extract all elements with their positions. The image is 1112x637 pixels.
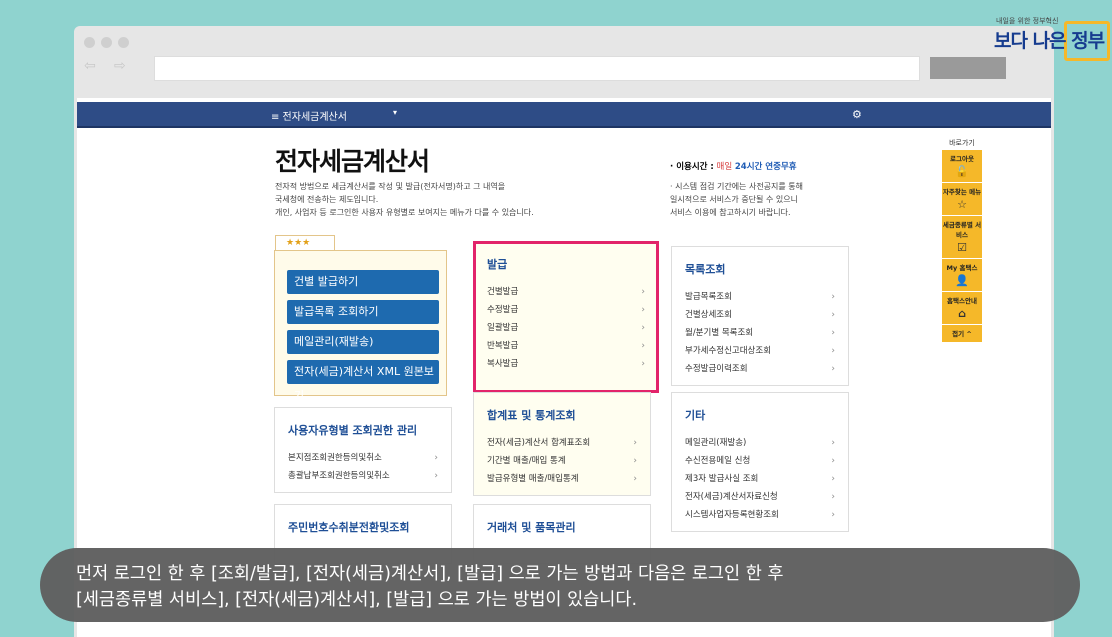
card-title: 목록조회 bbox=[685, 263, 726, 276]
card-title: 주민번호수취분전환및조회 bbox=[288, 521, 410, 534]
highlight-box bbox=[473, 241, 659, 393]
list-item[interactable]: 부가세수정신고대상조회 › bbox=[685, 342, 835, 360]
star-icon: ☆ bbox=[957, 198, 967, 211]
menu-title[interactable]: ≡ 전자세금계산서 bbox=[271, 108, 347, 123]
sidebar-item-guide[interactable]: 홈택스안내 ⌂ bbox=[942, 292, 982, 325]
mail-manage-button[interactable]: 메일관리(재발송) bbox=[287, 330, 439, 354]
back-icon[interactable]: ⇦ bbox=[84, 59, 104, 73]
list-item[interactable]: 월/분기별 목록조회 › bbox=[685, 324, 835, 342]
gov-logo: 내일을 위한 정부혁신 보다 나은 정부 bbox=[990, 16, 1112, 66]
sidebar-item-favorites[interactable]: 자주찾는 메뉴 ☆ bbox=[942, 183, 982, 216]
lock-open-icon: 🔓 bbox=[955, 165, 969, 178]
list-item[interactable]: 메일관리(재발송) › bbox=[685, 434, 835, 452]
list-item[interactable]: 전자(세금)계산서 합계표조회 › bbox=[487, 434, 637, 452]
close-dot[interactable] bbox=[84, 37, 95, 48]
top-menu-bar: ≡ 전자세금계산서 ▾ ⚙ bbox=[77, 102, 1051, 128]
sidebar-head: 바로가기 bbox=[949, 139, 975, 147]
card-stats: 합계표 및 통계조회 전자(세금)계산서 합계표조회 › 기간별 매출/매입 통계… bbox=[473, 392, 651, 496]
browser-window: ⇦ ⇨ ≡ 전자세금계산서 ▾ ⚙ 전자세금계산서 전자적 방법으로 세금계산서… bbox=[74, 26, 1054, 637]
issue-single-button[interactable]: 건별 발급하기 bbox=[287, 270, 439, 294]
home-icon: ⌂ bbox=[958, 307, 966, 320]
usage-time: · 이용시간 : 매일 24시간 연중무휴 bbox=[670, 162, 797, 172]
minimize-dot[interactable] bbox=[101, 37, 112, 48]
quick-menu-tab: ★★★ bbox=[275, 235, 335, 251]
sidebar-item-logout[interactable]: 로그아웃 🔓 bbox=[942, 150, 982, 183]
list-item[interactable]: 수신전용메일 신청 › bbox=[685, 452, 835, 470]
list-item[interactable]: 발급목록조회 › bbox=[685, 288, 835, 306]
sidebar-collapse[interactable]: 접기 ^ bbox=[942, 325, 982, 343]
quick-link-sidebar: 바로가기 로그아웃 🔓 자주찾는 메뉴 ☆ 세금종류별 서비스 ☑ My 홈택스 👤 홈… bbox=[942, 138, 982, 343]
page-description: 전자적 방법으로 세금계산서를 작성 및 발급(전자서명)하고 그 내역을 국세… bbox=[275, 182, 534, 217]
chevron-down-icon[interactable]: ▾ bbox=[393, 108, 397, 117]
nav-buttons: ⇦ ⇨ bbox=[84, 59, 134, 73]
list-item[interactable]: 전자(세금)계산서자료신청 › bbox=[685, 488, 835, 506]
card-title: 기타 bbox=[685, 409, 706, 422]
card-etc: 기타 메일관리(재발송) › 수신전용메일 신청 › 제3자 발급사실 조회 › 전자… bbox=[671, 392, 849, 532]
list-item[interactable]: 건별상세조회 › bbox=[685, 306, 835, 324]
window-controls bbox=[84, 37, 129, 48]
card-usertype: 사용자유형별 조회권한 관리 본지점조회권한등의및취소 › 총괄납부조회권한등의및… bbox=[274, 407, 452, 493]
address-bar[interactable] bbox=[154, 56, 920, 81]
card-title: 거래처 및 품목관리 bbox=[487, 521, 576, 534]
card-title: 사용자유형별 조회권한 관리 bbox=[288, 424, 418, 437]
check-icon: ☑ bbox=[957, 241, 967, 254]
xml-view-button[interactable]: 전자(세금)계산서 XML 원본보기 bbox=[287, 360, 439, 402]
forward-icon[interactable]: ⇨ bbox=[114, 59, 134, 73]
subtitle-caption: 먼저 로그인 한 후 [조회/발급], [전자(세금)계산서], [발급] 으로… bbox=[40, 548, 1080, 622]
list-item[interactable]: 기간별 매출/매입 통계 › bbox=[487, 452, 637, 470]
list-item[interactable]: 시스템사업자등록현황조회 › bbox=[685, 506, 835, 524]
list-item[interactable]: 제3자 발급사실 조회 › bbox=[685, 470, 835, 488]
list-item[interactable]: 수정발급이력조회 › bbox=[685, 360, 835, 378]
sidebar-item-tax-service[interactable]: 세금종류별 서비스 ☑ bbox=[942, 216, 982, 259]
list-item[interactable]: 본지점조회권한등의및취소 › bbox=[288, 449, 438, 467]
maximize-dot[interactable] bbox=[118, 37, 129, 48]
card-list: 목록조회 발급목록조회 › 건별상세조회 › 월/분기별 목록조회 › 부가세수정신고… bbox=[671, 246, 849, 386]
card-title: 합계표 및 통계조회 bbox=[487, 409, 576, 422]
quick-menu-panel: 건별 발급하기 발급목록 조회하기 메일관리(재발송) 전자(세금)계산서 XM… bbox=[274, 250, 447, 402]
list-item[interactable]: 총괄납부조회권한등의및취소 › bbox=[288, 467, 438, 485]
gear-icon[interactable]: ⚙ bbox=[852, 108, 862, 121]
maintenance-notice: · 시스템 점검 기간에는 사전공지를 통해 일시적으로 서비스가 중단될 수 … bbox=[670, 182, 804, 217]
page-title: 전자세금계산서 bbox=[275, 147, 430, 176]
issue-list-button[interactable]: 발급목록 조회하기 bbox=[287, 300, 439, 324]
list-item[interactable]: 발급유형별 매출/매입통계 › bbox=[487, 470, 637, 488]
user-icon: 👤 bbox=[955, 274, 969, 287]
sidebar-item-my-hometax[interactable]: My 홈택스 👤 bbox=[942, 259, 982, 292]
